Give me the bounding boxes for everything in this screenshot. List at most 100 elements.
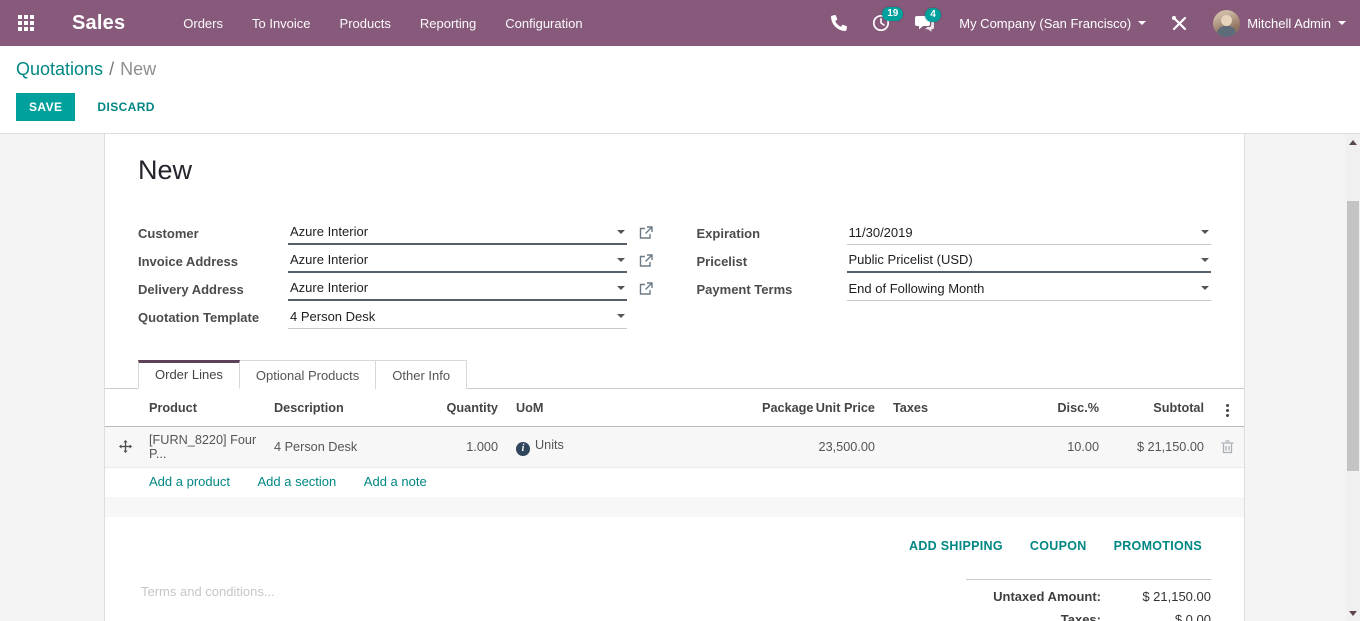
breadcrumb-separator: / bbox=[103, 59, 120, 79]
user-menu[interactable]: Mitchell Admin bbox=[1213, 10, 1346, 37]
messages-icon[interactable]: 4 bbox=[915, 15, 934, 32]
promotions-button[interactable]: PROMOTIONS bbox=[1114, 539, 1202, 553]
dropdown-caret-icon bbox=[1201, 258, 1209, 262]
developer-tools-icon[interactable] bbox=[1171, 15, 1188, 32]
customer-input[interactable]: Azure Interior bbox=[288, 221, 627, 245]
col-uom[interactable]: UoM bbox=[502, 389, 632, 427]
cell-package[interactable] bbox=[632, 427, 807, 468]
cell-uom[interactable]: iUnits bbox=[502, 427, 632, 468]
nav-reporting[interactable]: Reporting bbox=[420, 16, 476, 31]
company-switcher[interactable]: My Company (San Francisco) bbox=[959, 16, 1146, 31]
col-package[interactable]: Package bbox=[632, 389, 807, 427]
activities-badge: 19 bbox=[882, 7, 903, 21]
empty-stripe-row bbox=[105, 497, 1245, 517]
apps-menu-icon[interactable] bbox=[16, 13, 36, 33]
customer-external-link-icon[interactable] bbox=[627, 226, 653, 240]
tab-optional-products[interactable]: Optional Products bbox=[240, 360, 376, 389]
breadcrumb: Quotations/New bbox=[16, 59, 1344, 80]
dropdown-caret-icon bbox=[1201, 286, 1209, 290]
vertical-scrollbar[interactable] bbox=[1346, 134, 1360, 621]
col-quantity[interactable]: Quantity bbox=[430, 389, 502, 427]
dropdown-caret-icon bbox=[617, 314, 625, 318]
nav-products[interactable]: Products bbox=[340, 16, 391, 31]
untaxed-amount-row: Untaxed Amount: $ 21,150.00 bbox=[966, 585, 1211, 608]
add-shipping-button[interactable]: ADD SHIPPING bbox=[909, 539, 1003, 553]
quotation-template-field: Quotation Template 4 Person Desk bbox=[138, 303, 653, 331]
dropdown-caret-icon bbox=[617, 258, 625, 262]
col-unit-price[interactable]: Unit Price bbox=[807, 389, 879, 427]
nav-configuration[interactable]: Configuration bbox=[505, 16, 582, 31]
expiration-input[interactable]: 11/30/2019 bbox=[847, 222, 1212, 245]
order-line-row: [FURN_8220] Four P... 4 Person Desk 1.00… bbox=[105, 427, 1245, 468]
tab-other-info[interactable]: Other Info bbox=[376, 360, 467, 389]
phone-icon[interactable] bbox=[831, 15, 847, 31]
payment-terms-label: Payment Terms bbox=[697, 282, 847, 297]
breadcrumb-quotations[interactable]: Quotations bbox=[16, 59, 103, 79]
coupon-button[interactable]: COUPON bbox=[1030, 539, 1087, 553]
cell-taxes[interactable] bbox=[879, 427, 995, 468]
invoice-address-external-link-icon[interactable] bbox=[627, 254, 653, 268]
cell-subtotal[interactable]: $ 21,150.00 bbox=[1103, 427, 1208, 468]
col-subtotal[interactable]: Subtotal bbox=[1103, 389, 1208, 427]
user-avatar bbox=[1213, 10, 1240, 37]
payment-terms-input[interactable]: End of Following Month bbox=[847, 278, 1212, 301]
taxes-row: Taxes: $ 0.00 bbox=[966, 608, 1211, 621]
discard-button[interactable]: DISCARD bbox=[93, 93, 158, 121]
nav-orders[interactable]: Orders bbox=[183, 16, 223, 31]
scroll-up-icon[interactable] bbox=[1349, 140, 1357, 145]
cell-description[interactable]: 4 Person Desk bbox=[270, 427, 430, 468]
totals-summary: Untaxed Amount: $ 21,150.00 Taxes: $ 0.0… bbox=[966, 579, 1211, 621]
untaxed-amount-label: Untaxed Amount: bbox=[993, 589, 1101, 604]
activities-icon[interactable]: 19 bbox=[872, 14, 890, 32]
cell-product[interactable]: [FURN_8220] Four P... bbox=[145, 427, 270, 468]
cell-discount[interactable]: 10.00 bbox=[995, 427, 1103, 468]
chevron-down-icon bbox=[1138, 21, 1146, 25]
grid-icon bbox=[18, 15, 34, 31]
col-description[interactable]: Description bbox=[270, 389, 430, 427]
cell-quantity[interactable]: 1.000 bbox=[430, 427, 502, 468]
control-panel: Quotations/New SAVE DISCARD bbox=[0, 46, 1360, 133]
chevron-down-icon bbox=[1338, 21, 1346, 25]
notebook-tabs: Order Lines Optional Products Other Info bbox=[105, 360, 1244, 389]
top-navbar: Sales Orders To Invoice Products Reporti… bbox=[0, 0, 1360, 46]
add-section-link[interactable]: Add a section bbox=[257, 474, 336, 489]
pricelist-label: Pricelist bbox=[697, 254, 847, 269]
col-taxes[interactable]: Taxes bbox=[879, 389, 995, 427]
save-button[interactable]: SAVE bbox=[16, 93, 75, 121]
customer-label: Customer bbox=[138, 226, 288, 241]
expiration-label: Expiration bbox=[697, 226, 847, 241]
user-name: Mitchell Admin bbox=[1247, 16, 1331, 31]
delivery-address-field: Delivery Address Azure Interior bbox=[138, 275, 653, 303]
invoice-address-input[interactable]: Azure Interior bbox=[288, 249, 627, 273]
add-note-link[interactable]: Add a note bbox=[364, 474, 427, 489]
app-brand[interactable]: Sales bbox=[72, 12, 125, 35]
add-product-link[interactable]: Add a product bbox=[149, 474, 230, 489]
untaxed-amount-value: $ 21,150.00 bbox=[1101, 589, 1211, 604]
quotation-template-input[interactable]: 4 Person Desk bbox=[288, 306, 627, 329]
col-discount[interactable]: Disc.% bbox=[995, 389, 1103, 427]
scrollbar-thumb[interactable] bbox=[1347, 201, 1359, 471]
terms-placeholder[interactable]: Terms and conditions... bbox=[141, 584, 275, 599]
taxes-value: $ 0.00 bbox=[1101, 612, 1211, 621]
taxes-label: Taxes: bbox=[1061, 612, 1101, 621]
messages-badge: 4 bbox=[925, 8, 941, 22]
delivery-address-external-link-icon[interactable] bbox=[627, 282, 653, 296]
invoice-address-field: Invoice Address Azure Interior bbox=[138, 247, 653, 275]
nav-to-invoice[interactable]: To Invoice bbox=[252, 16, 311, 31]
app-menu: Orders To Invoice Products Reporting Con… bbox=[183, 16, 582, 31]
quotation-form: Customer Azure Interior Invoice Address bbox=[138, 219, 1211, 331]
quotation-sheet: New Customer Azure Interior bbox=[104, 134, 1245, 621]
pricelist-input[interactable]: Public Pricelist (USD) bbox=[847, 249, 1212, 273]
delivery-address-input[interactable]: Azure Interior bbox=[288, 277, 627, 301]
dropdown-caret-icon bbox=[1201, 230, 1209, 234]
delete-line-icon[interactable] bbox=[1221, 441, 1234, 455]
drag-handle-icon[interactable] bbox=[119, 440, 132, 454]
scroll-down-icon[interactable] bbox=[1349, 611, 1357, 616]
tab-order-lines[interactable]: Order Lines bbox=[138, 360, 240, 389]
customer-field: Customer Azure Interior bbox=[138, 219, 653, 247]
cell-unit-price[interactable]: 23,500.00 bbox=[807, 427, 879, 468]
dropdown-caret-icon bbox=[617, 230, 625, 234]
optional-columns-icon[interactable] bbox=[1224, 402, 1231, 419]
page-title: New bbox=[138, 155, 1211, 186]
col-product[interactable]: Product bbox=[145, 389, 270, 427]
